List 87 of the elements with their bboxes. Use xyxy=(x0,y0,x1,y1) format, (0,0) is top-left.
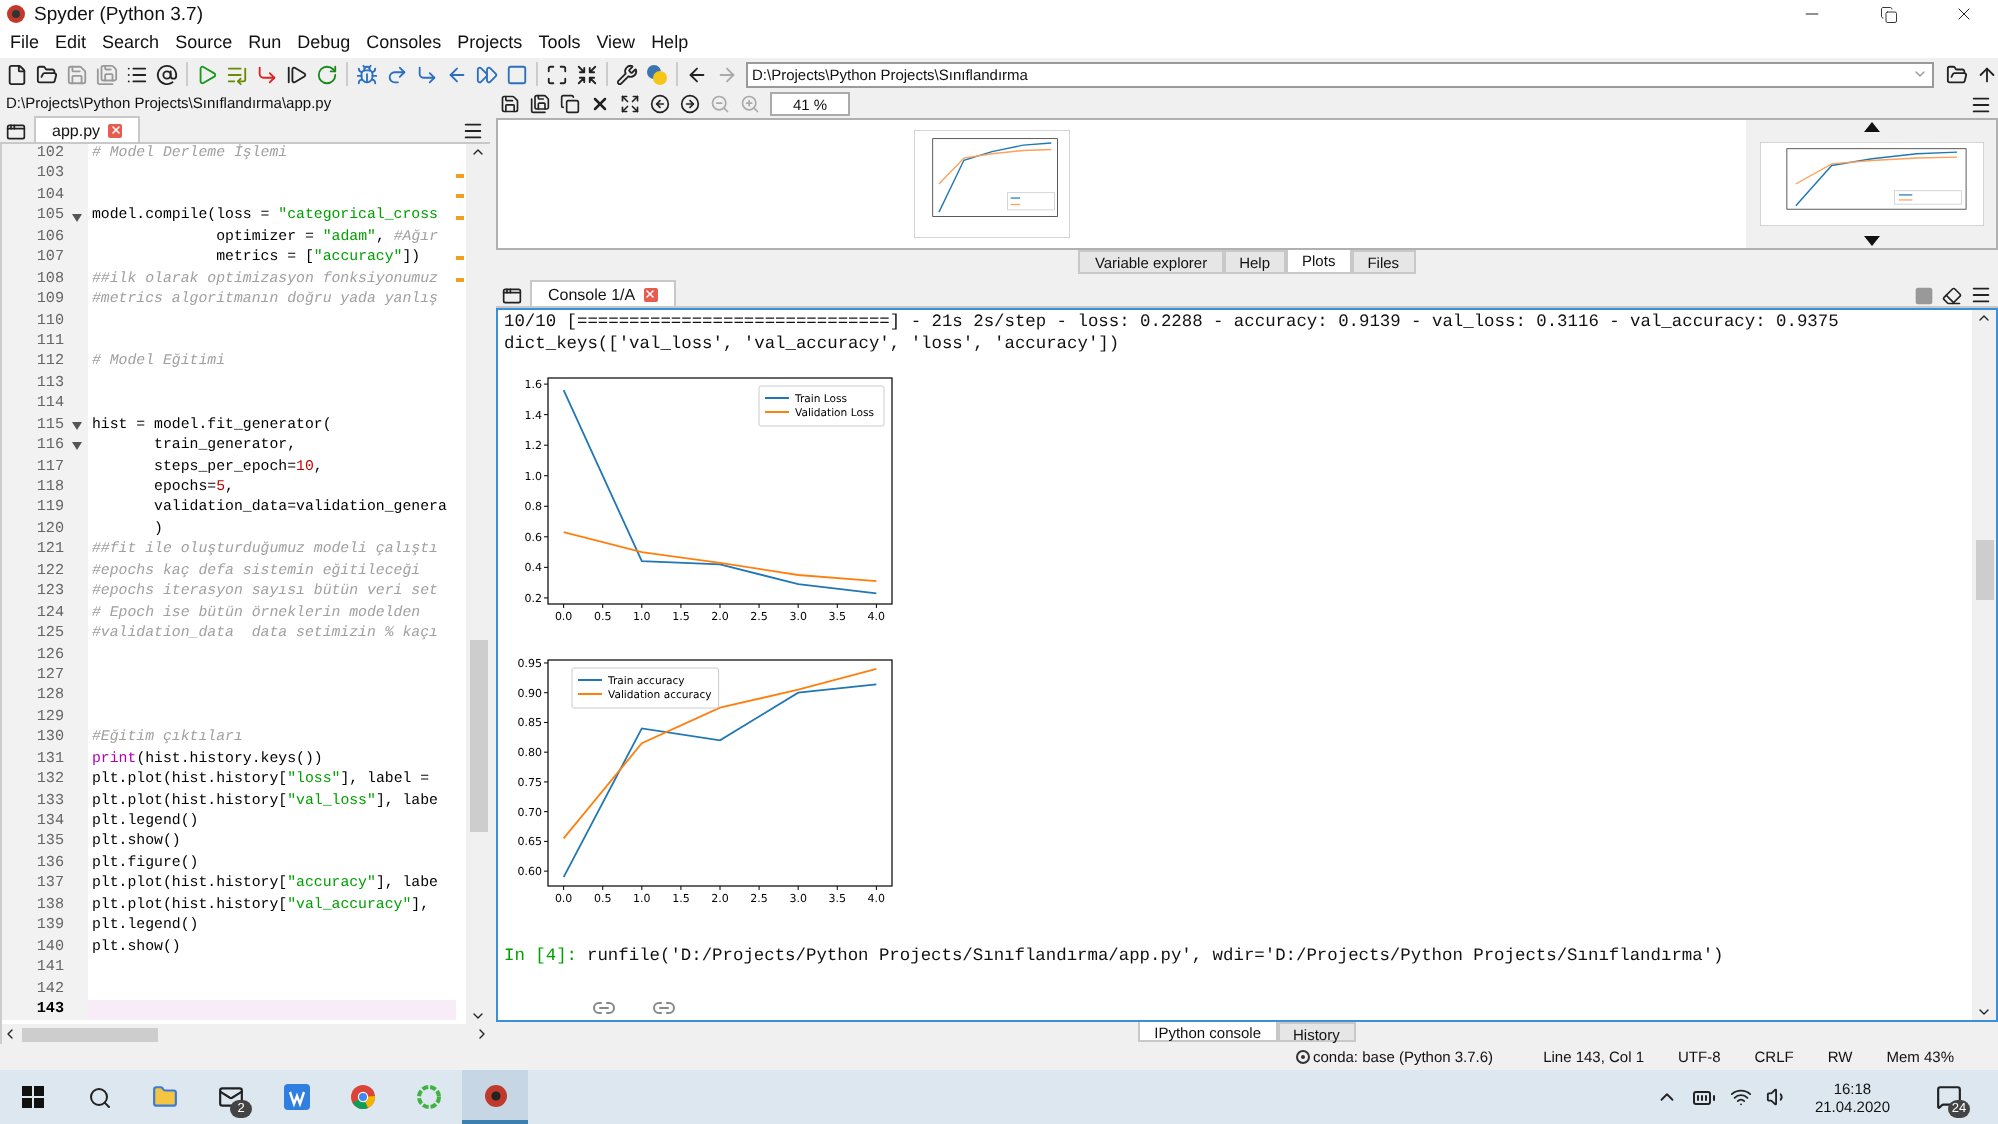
close-icon[interactable] xyxy=(590,94,610,114)
menu-item[interactable]: Edit xyxy=(47,30,95,56)
scroll-down-icon[interactable] xyxy=(1976,1004,1992,1020)
caret-icon xyxy=(1912,66,1928,82)
open-folder-icon[interactable] xyxy=(36,63,58,85)
eraser-icon[interactable] xyxy=(1942,286,1962,306)
save-icon[interactable] xyxy=(500,94,520,114)
menu-item[interactable]: Tools xyxy=(530,30,589,56)
menu-icon[interactable] xyxy=(1970,284,1992,306)
document-app-icon[interactable] xyxy=(284,1084,310,1110)
scroll-up-icon[interactable] xyxy=(1863,122,1879,132)
scrollbar-thumb[interactable] xyxy=(22,1027,158,1041)
maximize-pane-icon[interactable] xyxy=(546,63,568,85)
fullscreen-icon[interactable] xyxy=(576,63,598,85)
scrollbar-thumb[interactable] xyxy=(1975,540,1993,600)
editor-tab[interactable]: app.py xyxy=(34,116,141,142)
step-into-icon[interactable] xyxy=(416,63,438,85)
logo-icon[interactable] xyxy=(646,63,668,85)
menu-item[interactable]: File xyxy=(2,30,48,56)
run-cell-advance-icon[interactable] xyxy=(256,63,278,85)
restore-icon[interactable] xyxy=(1879,5,1897,23)
chain-icon xyxy=(592,996,616,1020)
menu-item[interactable]: Projects xyxy=(449,30,531,56)
browser-icon[interactable] xyxy=(350,1084,376,1110)
search-icon[interactable] xyxy=(87,1085,111,1109)
fold-icon[interactable] xyxy=(71,421,81,430)
menu-item[interactable]: Consoles xyxy=(358,30,450,56)
up-arrow-icon[interactable] xyxy=(1976,63,1998,85)
speaker-icon[interactable] xyxy=(1766,1086,1789,1108)
scroll-down-icon[interactable] xyxy=(1863,236,1879,246)
step-icon[interactable] xyxy=(386,63,408,85)
run-selection-icon[interactable] xyxy=(286,63,308,85)
window-icon[interactable] xyxy=(502,286,522,306)
notifications-icon[interactable] xyxy=(1936,1084,1962,1110)
at-sign-icon[interactable] xyxy=(156,63,178,85)
environment-icon xyxy=(1295,1050,1309,1064)
plot-thumbnail[interactable] xyxy=(1759,142,1983,226)
windows-logo-icon[interactable] xyxy=(22,1086,44,1108)
copy-icon[interactable] xyxy=(560,94,580,114)
console-tab[interactable]: Console 1/A xyxy=(530,280,676,306)
mail-icon[interactable] xyxy=(218,1084,244,1110)
console-command: runfile('D:/Projects/Python Projects/Sınıflandırma/app.py', wdir='D:/Projects/Python Projects/Sınıflandırma') xyxy=(587,946,1724,968)
save-all-icon[interactable] xyxy=(530,94,550,114)
scroll-left-icon[interactable] xyxy=(2,1026,18,1042)
menu-item[interactable]: Run xyxy=(240,30,290,56)
fold-icon[interactable] xyxy=(71,442,81,451)
menu-icon[interactable] xyxy=(462,120,484,142)
taskbar-button[interactable] xyxy=(462,1070,528,1124)
scroll-right-icon[interactable] xyxy=(474,1026,490,1042)
list-icon[interactable] xyxy=(126,63,148,85)
chain-icon xyxy=(652,996,676,1020)
console-output: 10/10 [==============================] - 21s 2s/step - loss: 0.2288 - accuracy: 0.9139 - val_loss: 0.3116 - val_accuracy: 0.9375 xyxy=(504,312,1839,334)
wrench-icon[interactable] xyxy=(616,63,638,85)
open-folder-icon[interactable] xyxy=(1946,63,1968,85)
menu-item[interactable]: Debug xyxy=(289,30,359,56)
window-icon[interactable] xyxy=(6,122,26,142)
scroll-up-icon[interactable] xyxy=(470,144,486,160)
debug-icon[interactable] xyxy=(356,63,378,85)
run-cell-icon[interactable] xyxy=(226,63,248,85)
app-icon xyxy=(483,1083,507,1107)
app-icon xyxy=(6,4,26,24)
input-prompt: In [4]: xyxy=(504,946,577,968)
menu-item[interactable]: Help xyxy=(643,30,697,56)
menu-icon[interactable] xyxy=(1970,93,1992,115)
folder-icon[interactable] xyxy=(152,1084,178,1110)
step-return-icon[interactable] xyxy=(446,63,468,85)
close-all-icon[interactable] xyxy=(620,94,640,114)
next-icon[interactable] xyxy=(680,94,700,114)
wifi-icon[interactable] xyxy=(1730,1086,1753,1108)
fold-icon[interactable] xyxy=(71,213,81,222)
menu-item[interactable]: Search xyxy=(94,30,168,56)
previous-icon[interactable] xyxy=(650,94,670,114)
menu-item[interactable]: Source xyxy=(167,30,241,56)
console-output: dict_keys(['val_loss', 'val_accuracy', 'loss', 'accuracy']) xyxy=(504,334,1120,356)
rerun-icon[interactable] xyxy=(316,63,338,85)
battery-icon[interactable] xyxy=(1692,1085,1717,1109)
window-title: Spyder (Python 3.7) xyxy=(34,3,205,25)
close-icon[interactable] xyxy=(1954,4,1974,24)
run-icon[interactable] xyxy=(196,63,218,85)
new-file-icon[interactable] xyxy=(6,63,28,85)
menu-item[interactable]: View xyxy=(588,30,644,56)
continue-icon[interactable] xyxy=(476,63,498,85)
back-arrow-icon[interactable] xyxy=(686,63,708,85)
scrollbar-thumb[interactable] xyxy=(469,640,487,832)
stop-icon[interactable] xyxy=(506,63,528,85)
scroll-up-icon[interactable] xyxy=(1976,310,1992,326)
scroll-down-icon[interactable] xyxy=(470,1008,486,1024)
